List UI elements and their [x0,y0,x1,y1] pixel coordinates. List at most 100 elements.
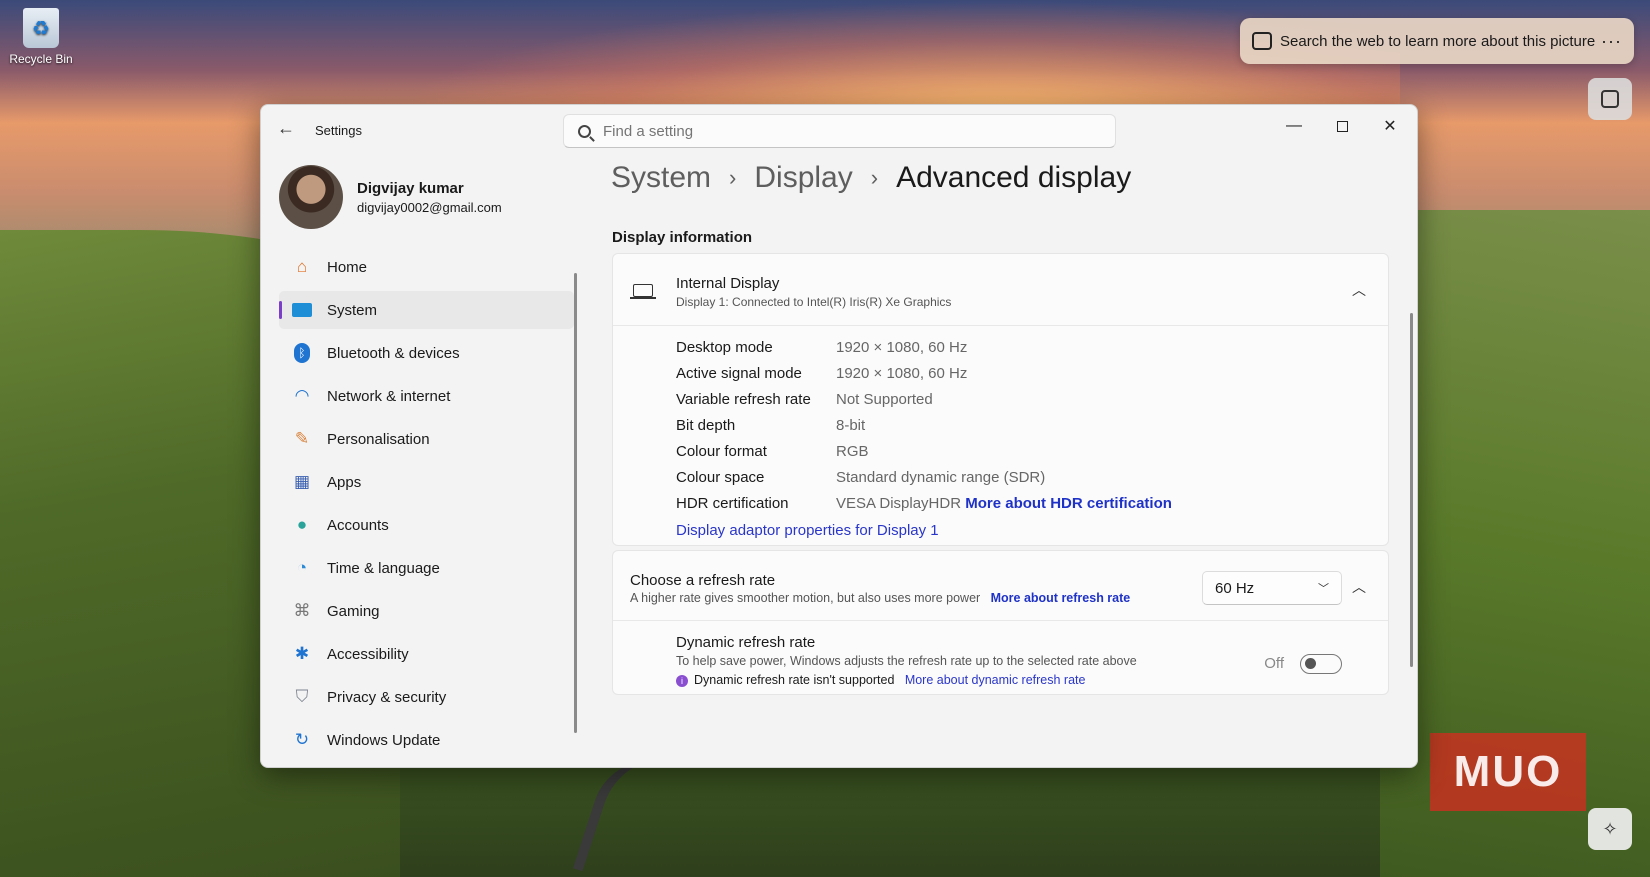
sidebar-item-label: Windows Update [327,731,441,749]
visual-search-pill[interactable]: Search the web to learn more about this … [1240,18,1634,64]
hdr-value: VESA DisplayHDR [836,495,962,512]
sidebar-item-accessibility[interactable]: ✱ Accessibility [279,635,574,673]
sidebar-item-bluetooth[interactable]: ᛒ Bluetooth & devices [279,334,574,372]
visual-search-text: Search the web to learn more about this … [1280,32,1596,50]
minimize-icon: — [1286,117,1302,134]
refresh-rate-selected: 60 Hz [1215,579,1255,597]
sidebar-item-label: Apps [327,473,362,491]
refresh-rate-card: Choose a refresh rate A higher rate give… [612,550,1389,695]
close-icon: ✕ [1383,118,1397,135]
display-info-header[interactable]: Internal Display Display 1: Connected to… [613,254,1388,326]
info-label: Variable refresh rate [676,391,811,408]
sidebar-item-privacy[interactable]: ⛉ Privacy & security [279,678,574,716]
lens-icon [1601,90,1619,108]
maximize-button[interactable] [1319,111,1365,141]
sidebar-item-label: Bluetooth & devices [327,344,460,362]
info-value: 8-bit [836,417,866,434]
chevron-right-icon: › [870,165,879,190]
sidebar-item-system[interactable]: System [279,291,574,329]
sidebar-item-apps[interactable]: ▦ Apps [279,463,574,501]
info-icon: i [676,674,688,687]
recycle-bin-desktop-icon[interactable]: Recycle Bin [6,8,76,66]
close-button[interactable]: ✕ [1367,111,1413,141]
chevron-down-icon: ﹀ [1318,583,1329,595]
info-label: Colour space [676,469,765,486]
copilot-button[interactable]: ✧ [1588,808,1632,850]
wifi-icon: ◠ [294,386,310,405]
sidebar-item-gaming[interactable]: ⌘ Gaming [279,592,574,630]
sidebar-item-label: Accessibility [327,645,409,663]
display-adapter-link[interactable]: Display adaptor properties for Display 1 [676,522,939,539]
info-value-hdr: VESA DisplayHDR More about HDR certifica… [836,495,1172,512]
device-detail: Display 1: Connected to Intel(R) Iris(R)… [676,295,952,309]
chevron-right-icon: › [729,165,737,190]
info-value: 1920 × 1080, 60 Hz [836,365,968,382]
info-label: Bit depth [676,417,736,434]
chevron-up-icon[interactable]: ︿ [1352,577,1366,597]
sidebar-item-network[interactable]: ◠ Network & internet [279,377,574,415]
device-name: Internal Display [676,275,780,292]
not-supported-text: Dynamic refresh rate isn't supported [694,673,895,687]
muo-watermark: MUO [1430,733,1586,811]
sidebar-item-accounts[interactable]: ● Accounts [279,506,574,544]
refresh-title: Choose a refresh rate [630,572,776,589]
brush-icon: ✎ [294,429,310,448]
accessibility-icon: ✱ [294,644,310,663]
search-input[interactable] [603,122,1083,140]
sidebar-item-label: Gaming [327,602,380,620]
sidebar-item-personalisation[interactable]: ✎ Personalisation [279,420,574,458]
sidebar-item-windows-update[interactable]: ↻ Windows Update [279,721,574,759]
refresh-subtitle-text: A higher rate gives smoother motion, but… [630,591,981,605]
dynamic-refresh-desc: To help save power, Windows adjusts the … [676,654,1137,668]
minimize-button[interactable]: — [1271,111,1317,141]
sidebar-item-label: Personalisation [327,430,430,448]
sparkle-icon: ✧ [1602,818,1618,839]
refresh-rate-header: Choose a refresh rate A higher rate give… [613,551,1388,621]
hdr-certification-link[interactable]: More about HDR certification [965,495,1172,512]
dynamic-refresh-toggle[interactable] [1300,654,1342,674]
bluetooth-icon: ᛒ [291,342,313,364]
home-icon: ⌂ [296,257,308,276]
visual-lens-button[interactable] [1588,78,1632,120]
page-title: Advanced display [896,161,1132,194]
chevron-up-icon[interactable]: ︿ [1352,280,1366,300]
info-value: Standard dynamic range (SDR) [836,469,1046,486]
toggle-knob [1305,658,1316,669]
sidebar-item-label: Accounts [327,516,389,534]
laptop-icon [630,284,656,299]
content-scrollbar[interactable] [1410,313,1413,667]
refresh-rate-dropdown[interactable]: 60 Hz ﹀ [1202,571,1342,605]
refresh-rate-link[interactable]: More about refresh rate [991,591,1131,605]
info-label: Desktop mode [676,339,773,356]
user-profile[interactable]: Digvijay kumar digvijay0002@gmail.com [279,165,502,229]
sidebar-item-label: Network & internet [327,387,451,405]
sidebar-scrollbar[interactable] [574,273,577,733]
recycle-bin-label: Recycle Bin [9,52,73,66]
search-icon [578,124,591,138]
breadcrumb-system[interactable]: System [611,161,711,195]
breadcrumb: System › Display › Advanced display [611,161,1131,195]
sidebar-item-label: Home [327,258,368,276]
image-search-icon [1252,32,1272,50]
info-label: Colour format [676,443,767,460]
sidebar-item-time-language[interactable]: ◔ Time & language [279,549,574,587]
dynamic-not-supported: i Dynamic refresh rate isn't supported Mo… [676,673,1085,687]
maximize-icon [1336,120,1348,132]
back-arrow-icon[interactable]: ← [277,118,295,139]
dynamic-refresh-link[interactable]: More about dynamic refresh rate [905,673,1086,687]
refresh-subtitle: A higher rate gives smoother motion, but… [630,591,1130,605]
sidebar-item-home[interactable]: ⌂ Home [279,248,574,286]
info-value: RGB [836,443,869,460]
recycle-bin-icon [23,8,59,48]
title-bar: ← Settings — ✕ [261,105,1417,153]
settings-search-box[interactable] [563,114,1116,148]
breadcrumb-display[interactable]: Display [754,161,852,195]
clock-globe-icon: ◔ [296,558,308,577]
more-options-icon[interactable]: ··· [1601,31,1622,52]
profile-name: Digvijay kumar [357,179,464,197]
app-title: Settings [315,123,362,138]
section-title: Display information [612,229,753,246]
sidebar-item-label: System [327,301,378,319]
accounts-icon: ● [296,515,308,534]
info-label: HDR certification [676,495,789,512]
